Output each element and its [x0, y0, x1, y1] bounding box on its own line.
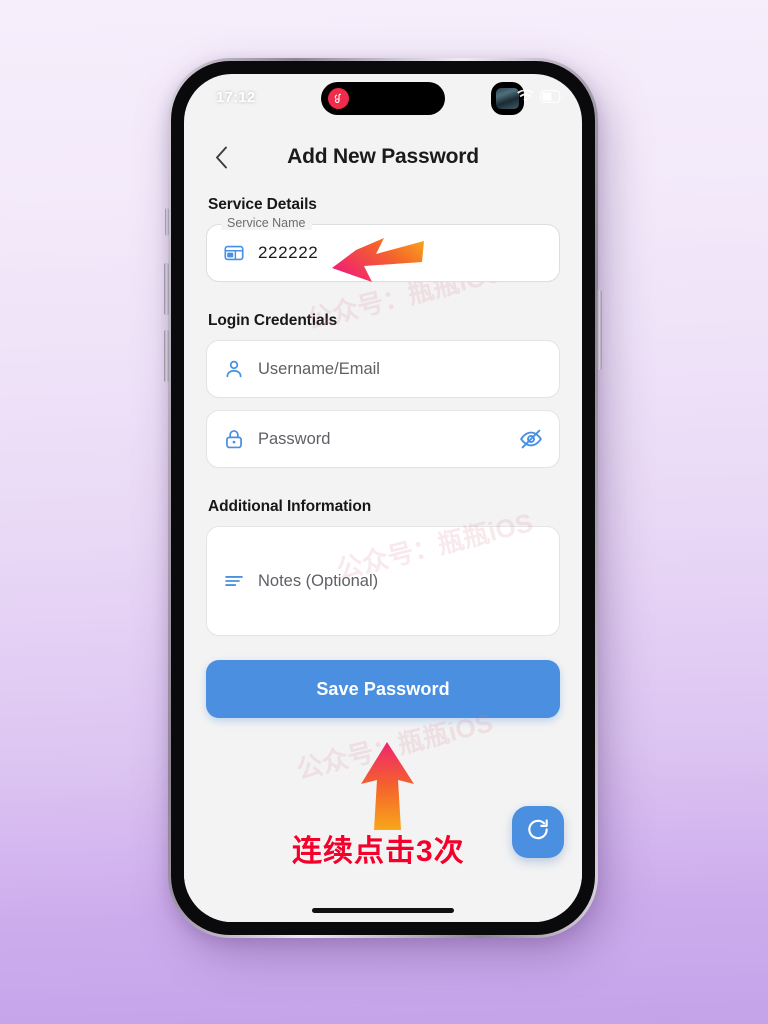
password-input[interactable]: Password [206, 410, 560, 468]
username-input[interactable]: Username/Email [206, 340, 560, 398]
dynamic-island[interactable] [321, 82, 445, 115]
section-title-login: Login Credentials [208, 312, 338, 329]
username-placeholder: Username/Email [258, 359, 380, 378]
eye-off-icon[interactable] [519, 427, 543, 451]
wifi-icon [517, 90, 534, 103]
silent-switch[interactable] [165, 208, 169, 236]
refresh-fab-button[interactable] [512, 806, 564, 858]
phone-screen: 17:12 公众号：瓶瓶iOS 公众号：瓶瓶iOS Add New Passwo… [184, 74, 582, 922]
password-placeholder: Password [258, 429, 331, 448]
phone-bezel: 17:12 公众号：瓶瓶iOS 公众号：瓶瓶iOS Add New Passwo… [171, 61, 595, 935]
status-time: 17:12 [216, 89, 256, 106]
phone-mockup: 17:12 公众号：瓶瓶iOS 公众号：瓶瓶iOS Add New Passwo… [164, 58, 602, 938]
app-content: 公众号：瓶瓶iOS 公众号：瓶瓶iOS 公众号：瓶瓶iOS Add New Pa… [184, 126, 582, 922]
person-icon [223, 358, 245, 380]
status-indicators [517, 90, 564, 103]
service-name-label: Service Name [221, 216, 312, 230]
home-indicator [312, 908, 454, 913]
volume-down-button[interactable] [164, 330, 169, 382]
save-password-button[interactable]: Save Password [206, 660, 560, 718]
notes-placeholder: Notes (Optional) [258, 571, 379, 590]
battery-icon [540, 90, 564, 103]
page-title: Add New Password [287, 145, 479, 168]
netease-music-icon [328, 88, 349, 109]
service-name-field[interactable]: Service Name 222222 [206, 216, 560, 282]
phone-frame: 17:12 公众号：瓶瓶iOS 公众号：瓶瓶iOS Add New Passwo… [164, 58, 602, 938]
service-name-value: 222222 [258, 243, 319, 262]
app-thumbnail-image [496, 88, 519, 109]
status-bar: 17:12 [184, 74, 582, 126]
lock-icon [223, 428, 245, 450]
list-lines-icon [223, 570, 245, 592]
back-chevron-icon[interactable] [206, 142, 236, 172]
annotation-instruction-text: 连续点击3次 [292, 835, 465, 868]
refresh-icon [525, 817, 551, 848]
power-button[interactable] [597, 290, 602, 370]
volume-up-button[interactable] [164, 263, 169, 315]
card-window-icon [223, 242, 245, 264]
notes-textarea[interactable]: Notes (Optional) [206, 526, 560, 636]
section-title-service: Service Details [208, 196, 317, 213]
navigation-bar: Add New Password [206, 126, 560, 188]
section-title-additional: Additional Information [208, 498, 372, 515]
